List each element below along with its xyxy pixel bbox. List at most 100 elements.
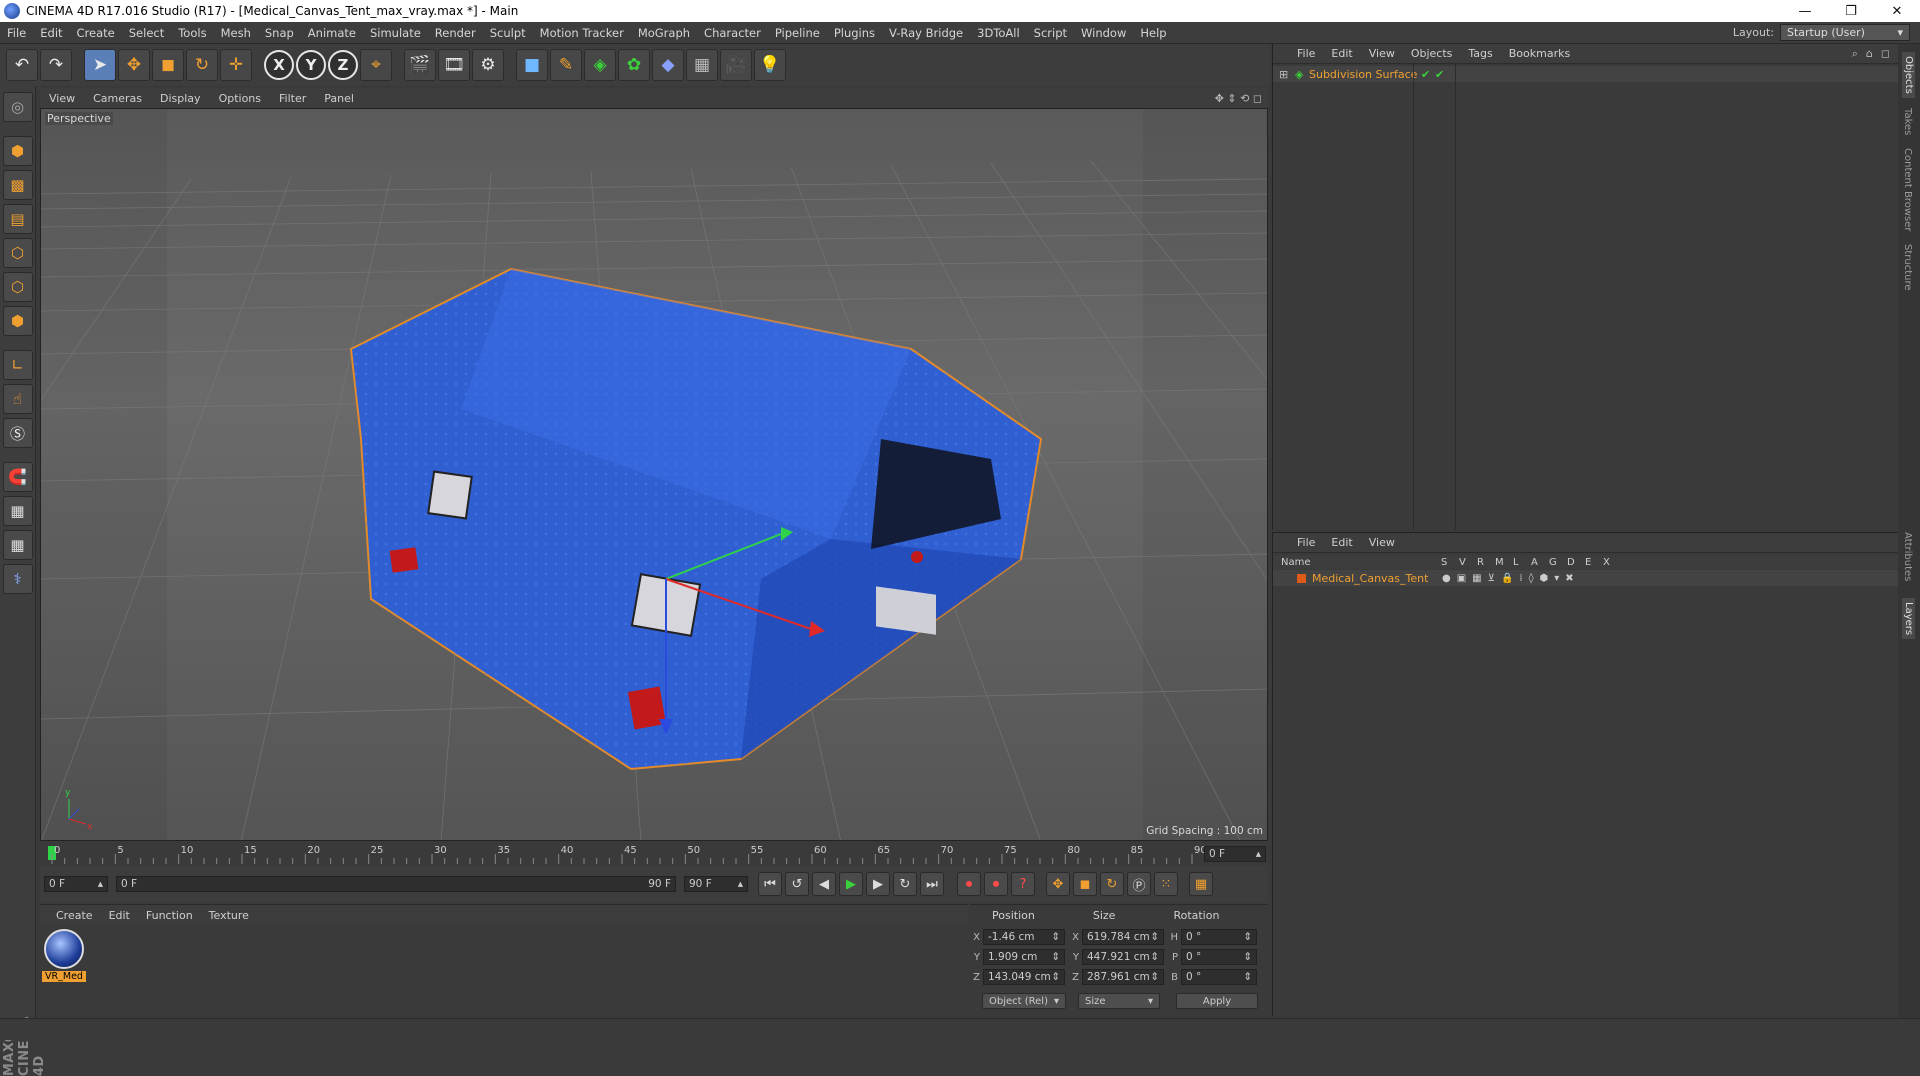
perspective-viewport[interactable]: y x Perspective Grid Spacing : 100 cm [40,108,1268,841]
menu-animate[interactable]: Animate [301,26,363,40]
menu-script[interactable]: Script [1027,26,1074,40]
close-button[interactable]: ✕ [1874,0,1920,22]
material-swatch[interactable]: VR_Med [42,929,86,989]
play-button[interactable]: ▶ [839,872,863,896]
menu-file[interactable]: File [0,26,33,40]
render-picture-viewer-button[interactable]: 🎞 [438,49,470,81]
size-z-field[interactable]: 287.961 cm ⇕ [1082,969,1164,985]
apply-button[interactable]: Apply [1176,993,1258,1009]
material-menu-edit[interactable]: Edit [101,909,138,922]
viewport-camera-label[interactable]: Perspective [45,112,113,125]
tab-objects[interactable]: Objects [1902,52,1915,98]
camera-button[interactable]: 🎥 [720,49,752,81]
coordinate-system-button[interactable]: ⌖ [360,49,392,81]
key-rotation-button[interactable]: ↻ [1100,872,1124,896]
position-x-field[interactable]: -1.46 cm ⇕ [983,929,1065,945]
layer-toggle-icons[interactable]: ●▣▦⊻🔒⁞◊⬢▾✖ [1442,573,1580,584]
timeline-button[interactable]: ▦ [1189,872,1213,896]
menu-3dtoall[interactable]: 3DToAll [970,26,1027,40]
range-slider[interactable]: 0 F 90 F [116,876,676,892]
minimize-button[interactable]: — [1782,0,1828,22]
home-icon[interactable]: ⌂ [1866,47,1873,61]
rotation-b-field[interactable]: 0 ° ⇕ [1181,969,1257,985]
cloner-button[interactable]: ✿ [618,49,650,81]
timeline-ruler[interactable]: 0 5 10 15 20 25 30 35 40 45 50 55 60 65 70 75 80 85 90 0 F… [40,842,1268,866]
object-row-subdivision-surface[interactable]: ⊞ ◈ Subdivision Surface ✔ ✔ [1273,66,1899,82]
tab-content-browser[interactable]: Content Browser [1902,148,1913,231]
menu-pipeline[interactable]: Pipeline [768,26,827,40]
go-to-start-button[interactable]: ⏮ [758,872,782,896]
viewport-menu-cameras[interactable]: Cameras [84,92,151,105]
menu-vray-bridge[interactable]: V-Ray Bridge [882,26,970,40]
edit-check-icon[interactable]: ✔ [1435,68,1444,81]
layer-menu-view[interactable]: View [1361,536,1403,549]
search-icon[interactable]: ⌕ [1852,47,1858,61]
next-key-button[interactable]: ↻ [893,872,917,896]
object-menu-tags[interactable]: Tags [1460,47,1500,60]
tab-attributes[interactable]: Attributes [1902,532,1913,581]
magnet-icon[interactable]: 🧲 [2,462,33,492]
key-param-button[interactable]: Ⓟ [1127,872,1151,896]
polygons-mode-icon[interactable]: ⬢ [2,306,33,336]
make-editable-icon[interactable]: ◎ [2,92,33,122]
previous-key-button[interactable]: ↺ [785,872,809,896]
menu-select[interactable]: Select [122,26,171,40]
layer-menu-edit[interactable]: Edit [1323,536,1360,549]
layer-menu-file[interactable]: File [1289,536,1323,549]
texture-mode-icon[interactable]: ▩ [2,170,33,200]
key-pla-button[interactable]: ⁙ [1154,872,1178,896]
layer-row[interactable]: Medical_Canvas_Tent ●▣▦⊻🔒⁞◊⬢▾✖ [1273,570,1899,586]
record-button[interactable]: ⏺ [957,872,981,896]
subdivision-surface-button[interactable]: ◈ [584,49,616,81]
object-menu-objects[interactable]: Objects [1403,47,1461,60]
tab-layers[interactable]: Layers [1902,598,1915,640]
redo-button[interactable]: ↷ [40,49,72,81]
expand-icon[interactable]: ⊞ [1279,68,1288,81]
x-axis-lock-button[interactable]: X [264,50,294,80]
pen-spline-button[interactable]: ✎ [550,49,582,81]
go-to-end-button[interactable]: ⏭ [920,872,944,896]
menu-motion-tracker[interactable]: Motion Tracker [533,26,631,40]
viewport-menu-options[interactable]: Options [210,92,270,105]
object-menu-view[interactable]: View [1361,47,1403,60]
menu-character[interactable]: Character [697,26,768,40]
rotate-tool-button[interactable]: ↻ [186,49,218,81]
transform-tool-button[interactable]: ✛ [220,49,252,81]
key-position-button[interactable]: ✥ [1046,872,1070,896]
menu-snap[interactable]: Snap [258,26,301,40]
keyframe-selection-button[interactable]: ? [1011,872,1035,896]
model-mode-icon[interactable]: ⬢ [2,136,33,166]
menu-mograph[interactable]: MoGraph [631,26,697,40]
floor-button[interactable]: ▦ [686,49,718,81]
menu-help[interactable]: Help [1133,26,1173,40]
layout-select[interactable]: Startup (User) ▾ [1780,24,1910,41]
material-menu-create[interactable]: Create [48,909,101,922]
python-icon[interactable]: ⚕ [2,564,33,594]
deformer-button[interactable]: ◆ [652,49,684,81]
timeline-end-field[interactable]: 0 F ▴ [1204,846,1266,862]
menu-plugins[interactable]: Plugins [827,26,882,40]
material-menu-function[interactable]: Function [138,909,201,922]
undo-button[interactable]: ↶ [6,49,38,81]
current-frame-field[interactable]: 0 F ▴ [44,876,108,892]
workplane-mode-icon[interactable]: ▤ [2,204,33,234]
lock-workplane-icon[interactable]: ▦ [2,496,33,526]
tab-takes[interactable]: Takes [1902,108,1913,135]
points-mode-icon[interactable]: ⬡ [2,238,33,268]
viewport-menu-view[interactable]: View [40,92,84,105]
axis-mode-icon[interactable]: ∟ [2,350,33,380]
key-scale-button[interactable]: ◼ [1073,872,1097,896]
menu-create[interactable]: Create [70,26,122,40]
z-axis-lock-button[interactable]: Z [328,50,358,80]
position-z-field[interactable]: 143.049 cm ⇕ [983,969,1065,985]
menu-edit[interactable]: Edit [33,26,69,40]
viewport-menu-display[interactable]: Display [151,92,210,105]
material-menu-texture[interactable]: Texture [201,909,257,922]
layer-color-swatch[interactable] [1297,573,1306,583]
autokey-button[interactable]: ⏺ [984,872,1008,896]
next-frame-button[interactable]: ▶ [866,872,890,896]
render-settings-button[interactable]: ⚙ [472,49,504,81]
coordinate-mode-select[interactable]: Object (Rel) ▾ [982,993,1066,1009]
rotation-h-field[interactable]: 0 ° ⇕ [1181,929,1257,945]
scale-tool-button[interactable]: ◼ [152,49,184,81]
